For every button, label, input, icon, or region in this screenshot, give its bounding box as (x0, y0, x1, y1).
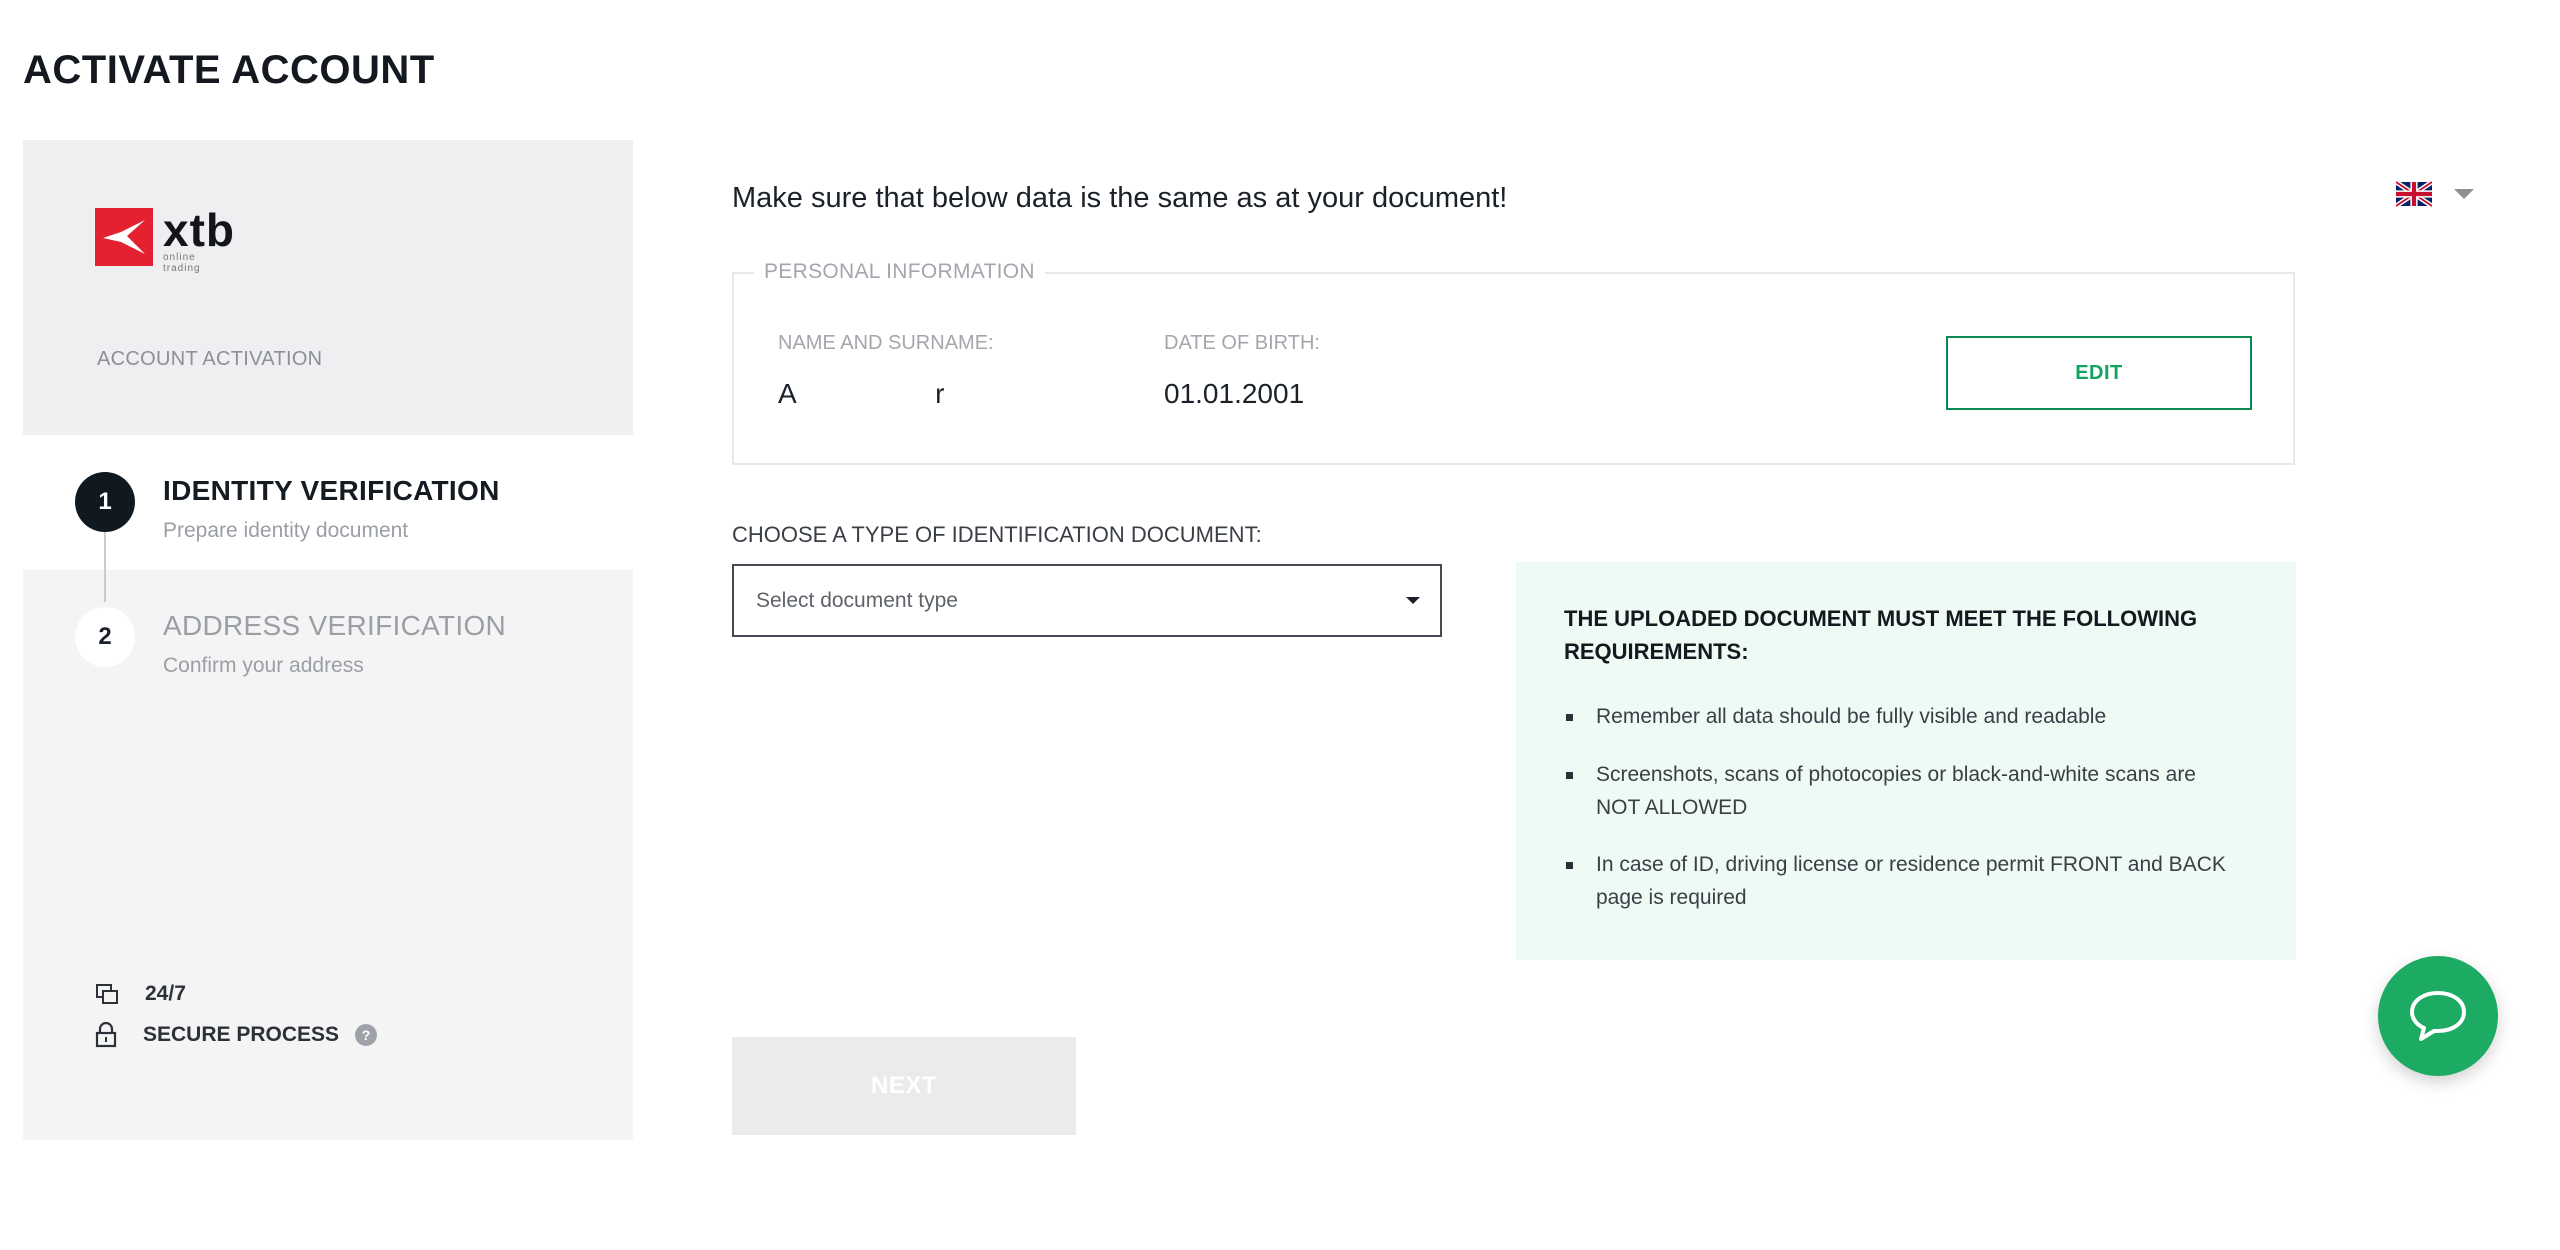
sidebar: xtb online trading ACCOUNT ACTIVATION 1 … (23, 140, 633, 1140)
edit-button[interactable]: EDIT (1946, 336, 2252, 410)
perk-secure-process: SECURE PROCESS ? (95, 1022, 378, 1048)
step-number-badge: 1 (75, 472, 135, 532)
document-type-value: Select document type (756, 588, 958, 612)
step-identity-verification[interactable]: 1 IDENTITY VERIFICATION Prepare identity… (23, 435, 633, 602)
personal-information-legend: PERSONAL INFORMATION (754, 260, 1045, 284)
requirements-title: THE UPLOADED DOCUMENT MUST MEET THE FOLL… (1564, 606, 2198, 664)
data-match-notice: Make sure that below data is the same as… (732, 182, 1508, 214)
chevron-down-icon (2454, 189, 2474, 199)
requirements-panel: THE UPLOADED DOCUMENT MUST MEET THE FOLL… (1516, 562, 2296, 960)
name-value: A r (778, 378, 945, 409)
requirement-item: In case of ID, driving license or reside… (1566, 848, 2236, 914)
step-title: IDENTITY VERIFICATION (163, 475, 500, 506)
dob-label: DATE OF BIRTH: (1164, 332, 1320, 354)
perk-support: 24/7 (95, 982, 186, 1006)
account-activation-label: ACCOUNT ACTIVATION (97, 348, 323, 370)
requirement-item: Remember all data should be fully visibl… (1566, 700, 2236, 733)
dob-value: 01.01.2001 (1164, 378, 1305, 409)
uk-flag-icon (2396, 180, 2432, 208)
next-button[interactable]: NEXT (732, 1037, 1076, 1135)
language-selector[interactable] (2396, 180, 2474, 208)
perk-label: 24/7 (145, 982, 186, 1005)
personal-information-panel: PERSONAL INFORMATION NAME AND SURNAME: A… (732, 260, 2295, 465)
chat-bubble-icon (2410, 991, 2466, 1041)
xtb-logo: xtb online trading (95, 204, 235, 274)
step-title: ADDRESS VERIFICATION (163, 610, 507, 641)
name-label: NAME AND SURNAME: (778, 332, 994, 354)
step-subtitle: Confirm your address (163, 654, 364, 677)
sidebar-header: xtb online trading ACCOUNT ACTIVATION (23, 140, 633, 435)
perk-label: SECURE PROCESS (143, 1023, 340, 1046)
step-address-verification[interactable]: 2 ADDRESS VERIFICATION Confirm your addr… (23, 570, 633, 705)
help-icon[interactable]: ? (355, 1024, 378, 1046)
requirement-item: Screenshots, scans of photocopies or bla… (1566, 758, 2236, 824)
logo-text: xtb (163, 204, 235, 256)
document-type-label: CHOOSE A TYPE OF IDENTIFICATION DOCUMENT… (732, 522, 1262, 547)
page-title: ACTIVATE ACCOUNT (23, 48, 435, 92)
lock-icon (95, 1022, 117, 1048)
caret-down-icon (1406, 597, 1420, 604)
document-type-select[interactable]: Select document type (732, 564, 1442, 637)
step-subtitle: Prepare identity document (163, 519, 409, 542)
xtb-logo-mark (95, 208, 153, 266)
chat-button[interactable] (2378, 956, 2498, 1076)
support-24-7-icon (96, 984, 118, 1004)
step-number-badge: 2 (75, 607, 135, 667)
logo-subtext: online trading (163, 252, 201, 274)
